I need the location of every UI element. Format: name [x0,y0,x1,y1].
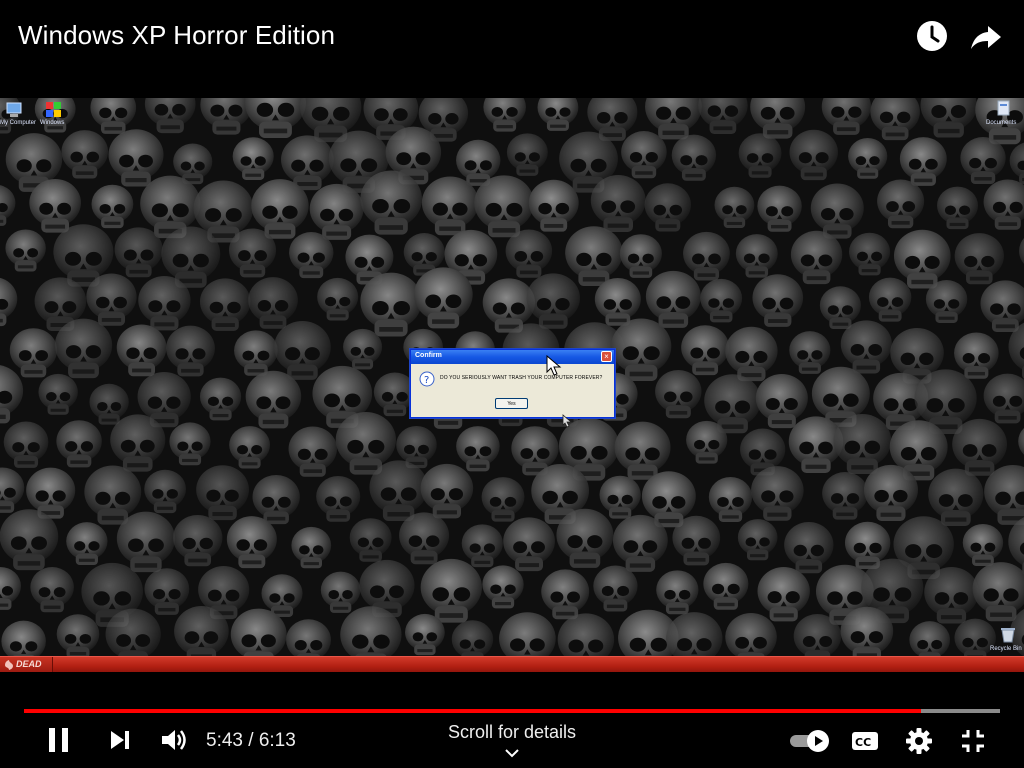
question-icon: ? [419,371,435,392]
confirm-dialog: Confirm × ? DO YOU SERIOUSLY WANT TRASH … [410,349,615,418]
yes-button[interactable]: Yes [495,398,528,409]
start-button[interactable]: DEAD [0,657,53,672]
dialog-titlebar[interactable]: Confirm × [411,350,614,364]
scroll-for-details[interactable]: Scroll for details [412,722,612,743]
start-label: DEAD [16,659,42,669]
share-icon[interactable] [968,18,1004,54]
watch-later-icon[interactable] [914,18,950,54]
video-frame[interactable]: My Computer Windows Documents Recycle Bi… [0,98,1024,672]
settings-icon[interactable] [905,727,933,760]
progress-bar[interactable] [24,709,1000,713]
dialog-message: DO YOU SERIOUSLY WANT TRASH YOUR COMPUTE… [440,375,603,381]
video-title: Windows XP Horror Edition [18,20,336,50]
exit-fullscreen-icon[interactable] [960,728,986,759]
mouse-cursor-icon [562,414,572,428]
desktop-icon-label: Recycle Bin [990,646,1022,652]
dialog-title: Confirm [415,352,442,359]
pause-icon[interactable] [46,726,72,759]
svg-text:CC: CC [855,736,871,749]
time-display: 5:43 / 6:13 [206,730,296,751]
volume-icon[interactable] [160,727,188,758]
progress-fill [24,709,921,713]
desktop-icon-label: Documents [986,120,1017,126]
desktop-icon-label: Windows [40,120,65,126]
autoplay-toggle[interactable] [788,728,834,759]
taskbar: DEAD [0,656,1024,672]
captions-icon[interactable]: CC [850,728,880,759]
close-icon[interactable]: × [601,351,612,362]
next-icon[interactable] [108,728,132,757]
mouse-cursor-icon [546,355,562,376]
chevron-down-icon[interactable] [504,746,520,760]
svg-text:?: ? [424,375,429,386]
desktop-icon-label: My Computer [0,120,37,126]
start-logo-icon [5,660,13,670]
